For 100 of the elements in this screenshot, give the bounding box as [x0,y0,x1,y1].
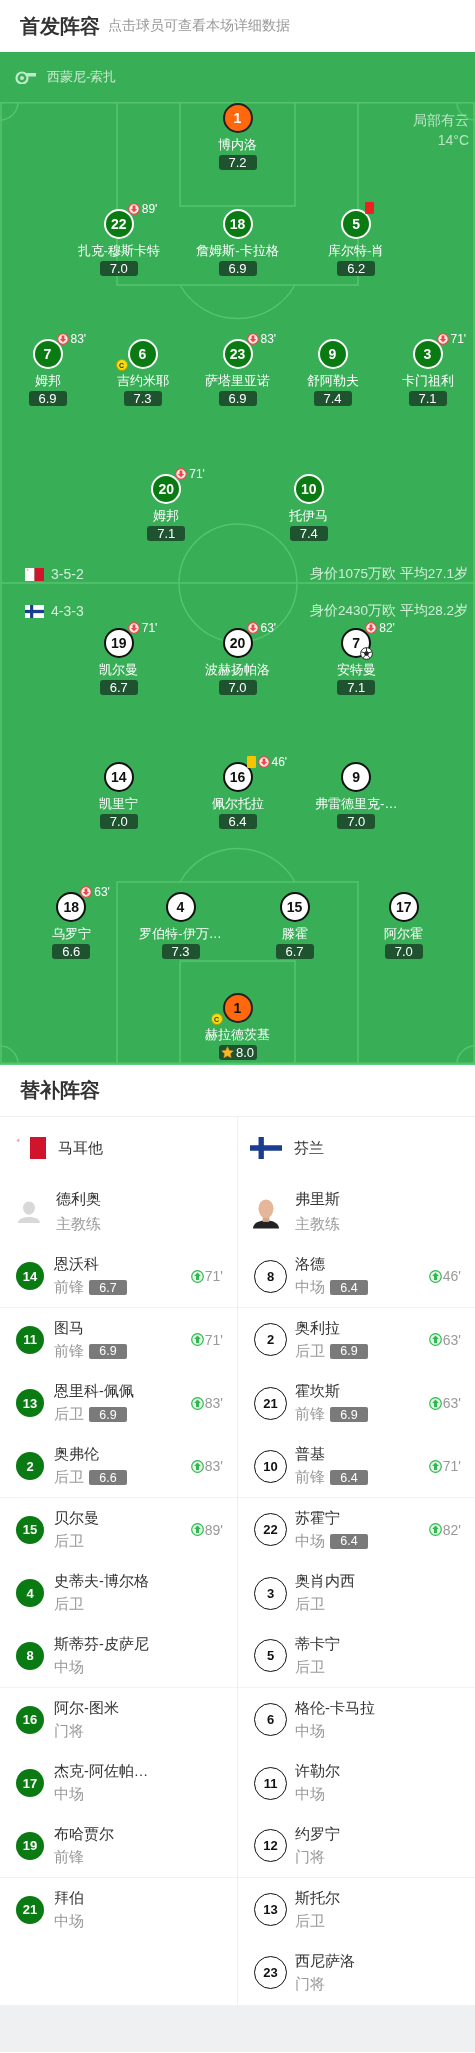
substitute-row[interactable]: 13 恩里科-佩佩 后卫 6.9 83' [0,1371,237,1435]
sub-out-icon [246,622,259,634]
substitute-row[interactable]: 21 拜伯 中场 [0,1877,237,1942]
substitute-row[interactable]: 23 西尼萨洛 门将 [238,1941,475,2005]
player-number[interactable]: 23 [222,339,253,369]
flag-icon [250,1137,282,1159]
player-number[interactable]: 19 [103,628,134,658]
player-number[interactable]: 6 [127,339,158,369]
rating-value: 7.0 [347,814,366,829]
player-position: 后卫 [54,1468,84,1488]
substitute-row[interactable]: 17 杰克-阿佐帕… 中场 [0,1751,237,1815]
player-number[interactable]: 4 [165,892,196,922]
sub-out-icon [127,203,140,215]
rating-value: 6.2 [347,261,366,276]
substitution-minute: 63' [442,1395,461,1412]
formation: 3-5-2 [51,566,84,582]
player-position: 后卫 [295,1341,325,1361]
player-number[interactable]: 5 [341,209,372,239]
player-number[interactable]: 18 [56,892,87,922]
rating-value: 8.0 [235,1045,255,1060]
player-position: 后卫 [295,1911,325,1931]
substitution-minute: 83' [204,1395,223,1412]
player-number[interactable]: 20 [222,628,253,658]
player-number: 19 [16,1831,44,1860]
player-number[interactable]: 17 [388,892,419,922]
player-number: 2 [254,1323,287,1357]
player-name: 格伦-卡马拉 [295,1698,375,1718]
substitute-row[interactable]: 10 普基 前锋 6.4 71' [238,1434,475,1499]
substitution-minute: 71' [141,621,158,635]
rating-value: 7.3 [171,944,190,959]
rating-value: 7.2 [228,155,247,170]
rating-badge: 6.9 [89,1343,127,1359]
team-summary: 身价2430万欧 平均28.2岁 [309,602,468,620]
player-name: 许勒尔 [295,1762,340,1781]
player-position: 后卫 [295,1657,325,1677]
substitute-row[interactable]: 22 苏霍宁 中场 6.4 82' [238,1498,475,1562]
substitute-row[interactable]: 19 布哈贾尔 前锋 [0,1814,237,1878]
substitute-row[interactable]: 2 奥弗伦 后卫 6.6 83' [0,1434,237,1499]
substitute-row[interactable]: 16 阿尔-图米 门将 [0,1688,237,1752]
substitution-minute: 82' [379,621,395,635]
player-number: 13 [16,1389,44,1418]
player-number[interactable]: 18 [222,209,253,239]
player-number[interactable]: 1 [222,993,253,1023]
player-position: 前锋 [295,1468,325,1488]
player-position: 后卫 [54,1595,84,1615]
player-number[interactable]: 7 [32,339,63,369]
rating-value: 7.0 [109,814,128,829]
player-name: 霍坎斯 [295,1382,341,1402]
player-name: 奥肖内西 [295,1572,355,1592]
substitute-row[interactable]: 8 洛德 中场 6.4 46' [238,1245,475,1309]
player-name: 苏霍宁 [295,1508,341,1528]
sub-in-icon [428,1269,442,1283]
substitute-row[interactable]: 12 约罗宁 门将 [238,1814,475,1878]
rating-value: 6.7 [109,680,128,695]
substitute-row[interactable]: 8 斯蒂芬-皮萨尼 中场 [0,1624,237,1689]
rating-badge: 6.4 [330,1470,368,1486]
player-position: 前锋 [54,1278,84,1298]
player-number[interactable]: 15 [279,892,310,922]
substitute-row[interactable]: 11 许勒尔 中场 [238,1751,475,1815]
substitute-row[interactable]: 3 奥肖内西 后卫 [238,1561,475,1625]
player-number: 17 [16,1769,44,1797]
rating-value: 6.6 [62,944,81,959]
substitute-row[interactable]: 15 贝尔曼 后卫 89' [0,1498,237,1562]
rating-badge: 6.7 [89,1280,127,1296]
player-position: 后卫 [54,1405,84,1425]
player-number[interactable]: 16 [222,762,253,792]
substitute-row[interactable]: 13 斯托尔 后卫 [238,1877,475,1942]
referee-name: 西蒙尼-索扎 [47,68,117,86]
substitute-row[interactable]: 4 史蒂夫-博尔格 后卫 [0,1561,237,1625]
sub-out-icon [56,333,69,345]
team-name: 马耳他 [58,1138,103,1158]
rating-badge: 6.4 [330,1533,368,1549]
player-position: 中场 [295,1721,325,1741]
player-number: 3 [254,1576,287,1610]
player-position: 后卫 [54,1531,84,1551]
player-number[interactable]: 10 [293,474,324,504]
rating-badge: 6.4 [330,1280,368,1296]
substitute-row[interactable]: 2 奥利拉 后卫 6.9 63' [238,1308,475,1372]
sub-out-icon [127,622,140,634]
substitute-row[interactable]: 5 蒂卡宁 后卫 [238,1624,475,1689]
player-number[interactable]: 22 [103,209,134,239]
rating-value: 7.4 [323,391,342,406]
player-number: 11 [254,1766,287,1800]
player-number[interactable]: 9 [341,762,372,792]
substitution-minute: 83' [70,332,87,346]
player-position: 中场 [54,1657,84,1677]
substitute-row[interactable]: 21 霍坎斯 前锋 6.9 63' [238,1371,475,1435]
sub-in-icon [428,1523,442,1537]
player-number[interactable]: 3 [412,339,443,369]
player-number[interactable]: 14 [103,762,134,792]
substitute-row[interactable]: 14 恩沃科 前锋 6.7 71' [0,1245,237,1309]
substitution-minute: 71' [189,467,205,481]
substitution-minute: 89' [204,1521,223,1538]
substitute-row[interactable]: 6 格伦-卡马拉 中场 [238,1688,475,1752]
sub-in-icon [428,1459,442,1473]
temperature: 14°C [437,131,469,150]
substitute-row[interactable]: 11 图马 前锋 6.9 71' [0,1308,237,1372]
coach-name: 德利奥 [56,1190,101,1209]
player-number[interactable]: 20 [151,474,182,504]
player-number[interactable]: 9 [317,339,348,369]
